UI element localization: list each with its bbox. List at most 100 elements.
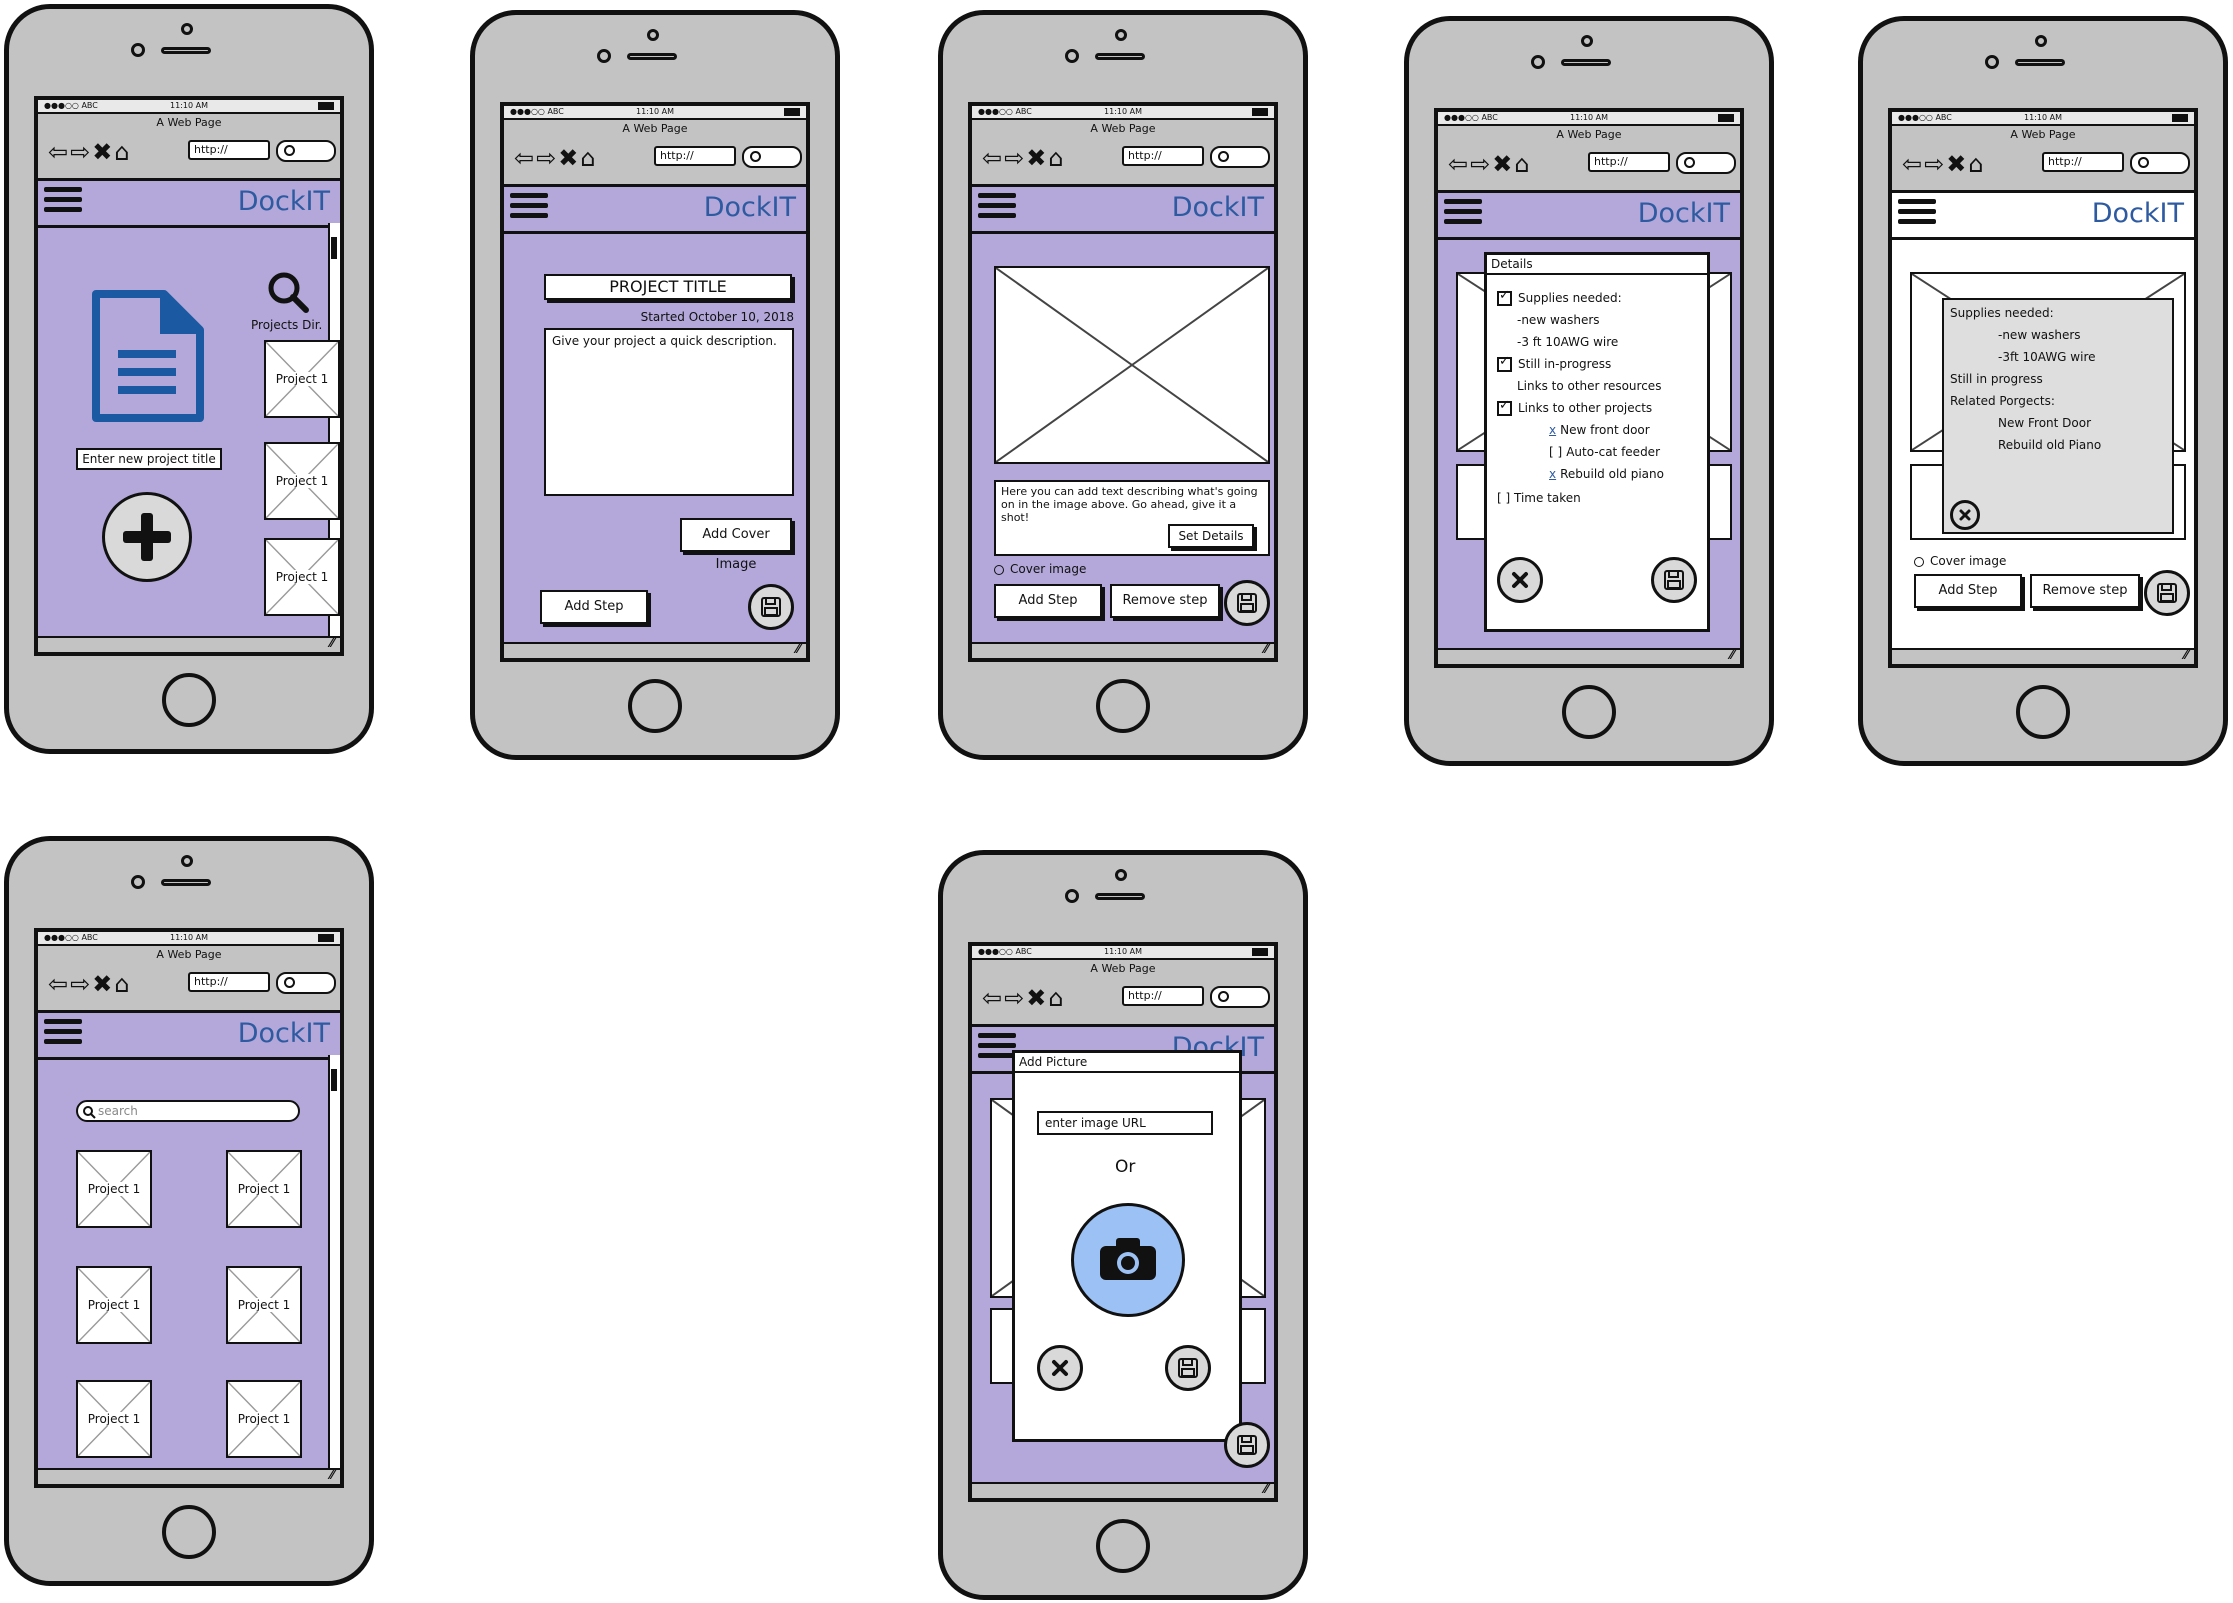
linked-project-item[interactable]: x Rebuild old piano xyxy=(1549,467,1664,481)
menu-icon[interactable] xyxy=(44,187,82,217)
project-thumbnail[interactable]: Project 1 xyxy=(76,1150,152,1228)
resize-handle[interactable] xyxy=(972,642,1274,658)
time-taken-checkbox[interactable]: [ ] Time taken xyxy=(1497,491,1581,505)
add-step-button[interactable]: Add Step xyxy=(1914,574,2022,608)
menu-icon[interactable] xyxy=(510,193,548,223)
battery-icon xyxy=(318,102,334,110)
url-field[interactable]: http:// xyxy=(1122,146,1204,166)
project-thumbnail[interactable]: Project 1 xyxy=(76,1266,152,1344)
save-button[interactable] xyxy=(2144,570,2190,616)
home-button[interactable] xyxy=(1096,679,1150,733)
add-cover-image-button[interactable]: Add Cover Image xyxy=(680,518,792,572)
related-project-link[interactable]: Rebuild old Piano xyxy=(1998,438,2101,452)
browser-nav-icons[interactable]: ⇦⇨✖⌂ xyxy=(48,138,132,166)
browser-search-field[interactable] xyxy=(276,140,336,162)
resize-handle[interactable] xyxy=(38,636,340,652)
related-project-link[interactable]: New Front Door xyxy=(1998,416,2091,430)
browser-search-field[interactable] xyxy=(2130,152,2190,174)
search-placeholder: search xyxy=(98,1104,138,1118)
remove-step-button[interactable]: Remove step xyxy=(2030,574,2140,608)
project-thumbnail[interactable]: Project 1 xyxy=(226,1150,302,1228)
supply-item: -new washers xyxy=(1998,328,2081,342)
project-thumbnail[interactable]: Project 1 xyxy=(264,538,340,616)
menu-icon[interactable] xyxy=(978,1033,1016,1063)
supplies-checkbox[interactable]: Supplies needed: xyxy=(1497,288,1622,306)
save-button[interactable] xyxy=(1224,580,1270,626)
home-button[interactable] xyxy=(628,679,682,733)
home-button[interactable] xyxy=(1096,1519,1150,1573)
browser-page-title: A Web Page xyxy=(1090,122,1156,135)
save-button[interactable] xyxy=(1165,1345,1211,1391)
earpiece xyxy=(627,53,677,60)
links-projects-checkbox[interactable]: Links to other projects xyxy=(1497,398,1652,416)
document-icon[interactable] xyxy=(92,290,204,422)
resize-handle[interactable] xyxy=(1438,648,1740,664)
browser-nav-icons[interactable]: ⇦⇨✖⌂ xyxy=(982,984,1066,1012)
add-step-button[interactable]: Add Step xyxy=(540,590,648,624)
close-button[interactable] xyxy=(1497,557,1543,603)
home-button[interactable] xyxy=(2016,685,2070,739)
phone-2-project-title: ●●●○○ ABC 11:10 AM A Web Page ⇦⇨✖⌂ http:/… xyxy=(470,10,840,760)
resize-handle[interactable] xyxy=(38,1468,340,1484)
browser-search-field[interactable] xyxy=(1676,152,1736,174)
browser-nav-icons[interactable]: ⇦⇨✖⌂ xyxy=(48,970,132,998)
add-project-button[interactable] xyxy=(102,492,192,582)
home-button[interactable] xyxy=(1562,685,1616,739)
project-title-field[interactable]: PROJECT TITLE xyxy=(544,274,792,300)
links-resources-label[interactable]: Links to other resources xyxy=(1517,379,1661,393)
resize-handle[interactable] xyxy=(972,1482,1274,1498)
menu-icon[interactable] xyxy=(1444,199,1482,229)
sensor-dot xyxy=(647,29,659,41)
url-field[interactable]: http:// xyxy=(1122,986,1204,1006)
url-field[interactable]: http:// xyxy=(188,972,270,992)
save-button[interactable] xyxy=(1651,557,1697,603)
earpiece xyxy=(1561,59,1611,66)
scrollbar[interactable] xyxy=(328,1055,340,1470)
browser-search-field[interactable] xyxy=(276,972,336,994)
save-button[interactable] xyxy=(1224,1422,1270,1468)
browser-search-field[interactable] xyxy=(742,146,802,168)
resize-handle[interactable] xyxy=(1892,648,2194,664)
url-field[interactable]: http:// xyxy=(1588,152,1670,172)
menu-icon[interactable] xyxy=(44,1019,82,1049)
linked-project-item[interactable]: [ ] Auto-cat feeder xyxy=(1549,445,1660,459)
browser-search-field[interactable] xyxy=(1210,986,1270,1008)
url-field[interactable]: http:// xyxy=(2042,152,2124,172)
browser-nav-icons[interactable]: ⇦⇨✖⌂ xyxy=(982,144,1066,172)
menu-icon[interactable] xyxy=(1898,199,1936,229)
project-thumbnail[interactable]: Project 1 xyxy=(264,340,340,418)
browser-nav-icons[interactable]: ⇦⇨✖⌂ xyxy=(514,144,598,172)
search-icon[interactable] xyxy=(266,270,310,314)
project-thumbnail[interactable]: Project 1 xyxy=(226,1380,302,1458)
url-field[interactable]: http:// xyxy=(654,146,736,166)
url-field[interactable]: http:// xyxy=(188,140,270,160)
home-button[interactable] xyxy=(162,673,216,727)
project-thumbnail[interactable]: Project 1 xyxy=(226,1266,302,1344)
cover-image-radio[interactable]: Cover image xyxy=(1914,554,2006,568)
close-button[interactable] xyxy=(1950,500,1980,530)
remove-step-button[interactable]: Remove step xyxy=(1110,584,1220,618)
new-project-title-input[interactable]: Enter new project title xyxy=(76,448,222,470)
linked-project-item[interactable]: x New front door xyxy=(1549,423,1650,437)
resize-handle[interactable] xyxy=(504,642,806,658)
app-logo: DockIT xyxy=(703,192,796,223)
in-progress-checkbox[interactable]: Still in-progress xyxy=(1497,354,1611,372)
description-textarea[interactable]: Give your project a quick description. xyxy=(544,328,794,496)
browser-search-field[interactable] xyxy=(1210,146,1270,168)
menu-icon[interactable] xyxy=(978,193,1016,223)
add-step-button[interactable]: Add Step xyxy=(994,584,1102,618)
project-thumbnail[interactable]: Project 1 xyxy=(264,442,340,520)
project-thumbnail[interactable]: Project 1 xyxy=(76,1380,152,1458)
set-details-button[interactable]: Set Details xyxy=(1168,524,1254,548)
cover-image-radio[interactable]: Cover image xyxy=(994,562,1086,576)
take-photo-button[interactable] xyxy=(1071,1203,1185,1317)
project-search-input[interactable]: search xyxy=(76,1100,300,1122)
close-button[interactable] xyxy=(1037,1345,1083,1391)
save-button[interactable] xyxy=(748,584,794,630)
step-image-placeholder[interactable] xyxy=(994,266,1270,464)
status-bar: ●●●○○ ABC 11:10 AM xyxy=(38,932,340,946)
browser-nav-icons[interactable]: ⇦⇨✖⌂ xyxy=(1902,150,1986,178)
home-button[interactable] xyxy=(162,1505,216,1559)
image-url-input[interactable]: enter image URL xyxy=(1037,1111,1213,1135)
browser-nav-icons[interactable]: ⇦⇨✖⌂ xyxy=(1448,150,1532,178)
